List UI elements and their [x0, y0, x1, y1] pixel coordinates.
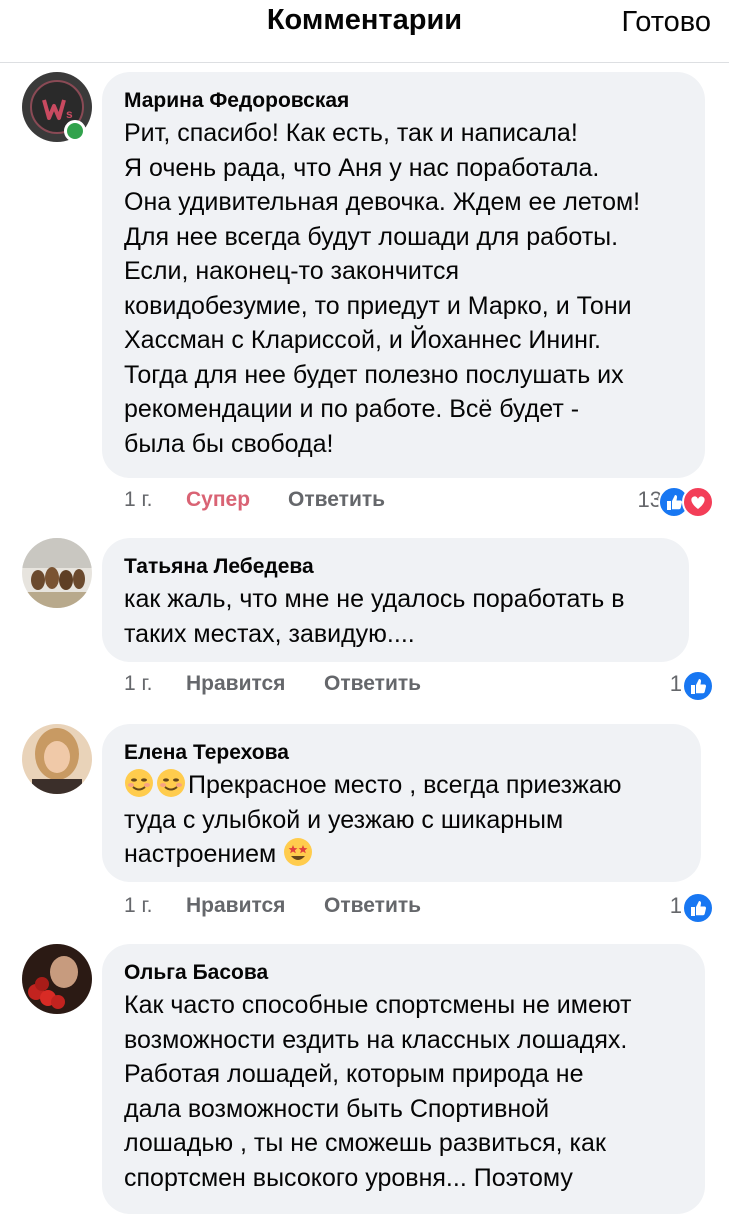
reaction-count[interactable]: 1: [670, 891, 682, 921]
comment-bubble[interactable]: Марина Федоровская Рит, спасибо! Как ест…: [102, 72, 705, 478]
avatar[interactable]: [22, 538, 92, 608]
svg-text:s: s: [66, 107, 73, 121]
comment-text: как жаль, что мне не удалось поработать …: [124, 585, 625, 648]
reaction-button[interactable]: Супер: [186, 485, 250, 515]
avatar[interactable]: [22, 724, 92, 794]
like-button[interactable]: Нравится: [186, 891, 285, 921]
comment-text: Как часто способные спортсмены не имеют …: [124, 991, 632, 1192]
comment-actions: 1 г. Супер Ответить 13: [124, 485, 714, 518]
comment-item: Елена Терехова Прекрасное место , всегда…: [0, 724, 729, 929]
comment-bubble[interactable]: Ольга Басова Как часто способные спортсм…: [102, 944, 705, 1214]
online-status-indicator: [64, 120, 86, 142]
comment-author[interactable]: Елена Терехова: [124, 738, 679, 768]
like-reaction-icon[interactable]: [682, 670, 714, 702]
comments-header: Комментарии Готово: [0, 0, 729, 63]
comment-bubble[interactable]: Татьяна Лебедева как жаль, что мне не уд…: [102, 538, 689, 662]
avatar[interactable]: [22, 944, 92, 1014]
comment-item: Татьяна Лебедева как жаль, что мне не уд…: [0, 538, 729, 708]
reply-button[interactable]: Ответить: [288, 485, 385, 515]
comment-item: Ольга Басова Как часто способные спортсм…: [0, 944, 729, 1214]
done-button[interactable]: Готово: [621, 6, 711, 39]
comment-text-body: Прекрасное место , всегда приезжаю туда …: [124, 771, 622, 868]
comment-actions: 1 г. Нравится Ответить 1: [124, 669, 714, 702]
smiling-face-emoji: [156, 768, 186, 798]
comment-text: Рит, спасибо! Как есть, так и написала! …: [124, 119, 641, 458]
comment-author[interactable]: Ольга Басова: [124, 958, 683, 988]
comment-bubble[interactable]: Елена Терехова Прекрасное место , всегда…: [102, 724, 701, 882]
comment-author[interactable]: Марина Федоровская: [124, 86, 683, 116]
love-reaction-icon[interactable]: [682, 486, 714, 518]
comment-timestamp: 1 г.: [124, 894, 153, 917]
comment-timestamp: 1 г.: [124, 672, 153, 695]
comment-author[interactable]: Татьяна Лебедева: [124, 552, 667, 582]
comment-item: s Марина Федоровская Рит, спасибо! Как е…: [0, 72, 729, 532]
like-reaction-icon[interactable]: [682, 892, 714, 924]
reply-button[interactable]: Ответить: [324, 891, 421, 921]
reaction-count[interactable]: 1: [670, 669, 682, 699]
like-button[interactable]: Нравится: [186, 669, 285, 699]
page-title: Комментарии: [266, 4, 463, 36]
reply-button[interactable]: Ответить: [324, 669, 421, 699]
star-struck-emoji: [283, 837, 313, 867]
comment-text: Прекрасное место , всегда приезжаю туда …: [124, 768, 679, 872]
smiling-face-emoji: [124, 768, 154, 798]
comment-timestamp: 1 г.: [124, 488, 153, 511]
comment-actions: 1 г. Нравится Ответить 1: [124, 891, 714, 924]
